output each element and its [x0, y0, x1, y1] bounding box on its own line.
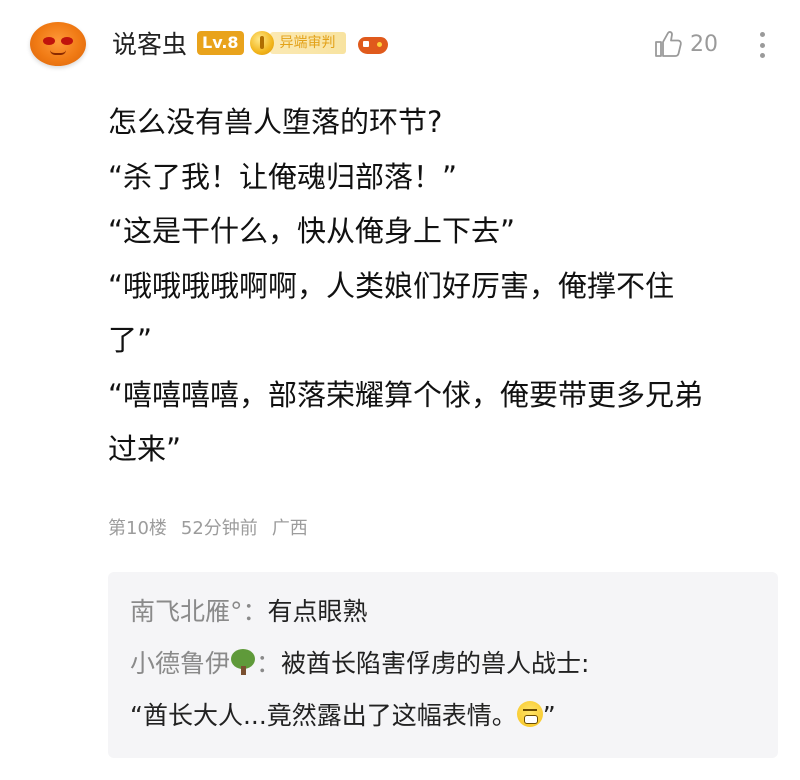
floor-number: 第10楼 — [108, 518, 167, 539]
like-button[interactable]: 20 — [652, 28, 718, 60]
comment-line: “这是干什么，快从俺身上下去” — [108, 214, 516, 248]
medal-badge[interactable]: 异端审判 — [249, 31, 346, 55]
reply-author[interactable]: 南飞北雁° — [130, 597, 243, 626]
comment-line: 过来” — [108, 432, 182, 466]
avatar-eye-right — [61, 37, 73, 45]
comment-line: “嘻嘻嘻嘻，部落荣耀算个俅，俺要带更多兄弟 — [108, 377, 704, 412]
gamepad-icon — [357, 32, 388, 54]
level-badge: Lv.8 — [197, 31, 244, 55]
reply-text: 有点眼熟 — [267, 597, 368, 626]
user-avatar[interactable] — [30, 22, 86, 66]
comment-body: 怎么没有兽人堕落的环节? “杀了我！让俺魂归部落！” “这是干什么，快从俺身上下… — [108, 95, 788, 477]
tree-icon — [230, 649, 256, 675]
comment-line: 怎么没有兽人堕落的环节? — [108, 105, 443, 139]
comment-line: “哦哦哦哦啊啊，人类娘们好厉害，俺撑不住 — [108, 268, 675, 303]
reply-item[interactable]: 小德鲁伊 ：被酋长陷害俘虏的兽人战士: — [130, 638, 778, 690]
avatar-mouth — [50, 50, 66, 55]
thumbs-up-icon — [655, 31, 682, 57]
comment-line: 了” — [108, 323, 153, 357]
reply-author[interactable]: 小德鲁伊 — [130, 649, 230, 678]
medal-label: 异端审判 — [269, 32, 346, 54]
reply-text-continued: “酋长大人...竟然露出了这幅表情。 — [130, 701, 517, 730]
comment-line: “杀了我！让俺魂归部落！” — [108, 159, 458, 194]
medal-gem-icon — [249, 31, 274, 55]
comment-header: 说客虫 Lv.8 异端审判 — [112, 25, 388, 61]
more-vertical-icon[interactable] — [752, 30, 772, 60]
reply-preview-box[interactable]: 南飞北雁°：有点眼熟 小德鲁伊 ：被酋长陷害俘虏的兽人战士: “酋长大人...竟然… — [108, 572, 778, 758]
comment-meta: 第10楼 52分钟前 广西 — [108, 514, 308, 540]
reply-continuation: “酋长大人...竟然露出了这幅表情。 ” — [130, 690, 778, 742]
grimace-emoji-icon — [516, 701, 543, 727]
reply-item[interactable]: 南飞北雁°：有点眼熟 — [130, 586, 778, 638]
post-location: 广西 — [271, 518, 308, 539]
username[interactable]: 说客虫 — [112, 25, 187, 61]
like-count: 20 — [690, 31, 718, 57]
post-time: 52分钟前 — [180, 518, 258, 539]
reply-text: 被酋长陷害俘虏的兽人战士: — [281, 649, 590, 678]
avatar-eye-left — [43, 37, 55, 45]
reply-text-end: ” — [542, 701, 556, 730]
